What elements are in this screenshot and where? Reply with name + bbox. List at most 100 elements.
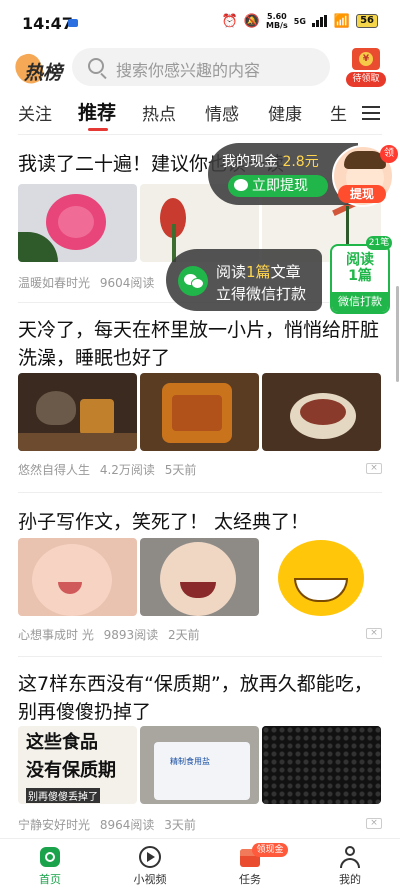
article-image xyxy=(262,373,381,451)
article-reads: 8964阅读 xyxy=(99,818,155,832)
article-title: 天冷了，每天在杯里放一小片，悄悄给肝脏洗澡，睡眠也好了 xyxy=(18,319,380,369)
wechat-icon xyxy=(178,266,208,296)
article-card[interactable]: 天冷了，每天在杯里放一小片，悄悄给肝脏洗澡，睡眠也好了 悠然自得人生 4.2万阅… xyxy=(18,316,382,478)
search-icon xyxy=(88,58,104,74)
redpack-button[interactable]: ¥ 待领取 xyxy=(346,48,386,88)
nav-label: 我的 xyxy=(339,873,361,886)
menu-icon[interactable] xyxy=(362,106,380,120)
net-speed: 5.60 MB/s xyxy=(266,12,288,30)
divider xyxy=(18,134,382,135)
tab-life[interactable]: 生 xyxy=(330,100,347,125)
bottom-nav: 首页 小视频 任务 领现金 我的 xyxy=(0,838,400,889)
article-meta: 温暖如春时光 9604阅读 xyxy=(18,274,160,291)
logo-text: 热榜 xyxy=(24,62,63,84)
wifi-icon: 📶 xyxy=(333,13,351,29)
home-icon xyxy=(38,845,62,869)
read-reward-card[interactable]: 阅读 1篇 微信打款 xyxy=(330,244,390,314)
clock: 14:47 xyxy=(22,14,73,33)
redpack-label: 待领取 xyxy=(346,72,386,87)
article-image xyxy=(18,373,137,451)
mute-icon: 🔕 xyxy=(243,13,260,29)
user-icon xyxy=(338,845,362,869)
article-reads: 4.2万阅读 xyxy=(99,463,155,477)
notification-icon xyxy=(68,19,78,27)
article-reads: 9893阅读 xyxy=(103,628,159,642)
channel-tabs: 关注 推荐 热点 情感 健康 生 xyxy=(0,96,400,132)
ling-badge[interactable]: 领 xyxy=(380,145,398,163)
article-reads: 9604阅读 xyxy=(99,276,155,290)
article-image xyxy=(140,373,259,451)
tab-follow[interactable]: 关注 xyxy=(18,100,52,125)
article-images xyxy=(18,538,381,616)
article-author: 温暖如春时光 xyxy=(18,276,91,290)
signal-icon xyxy=(311,15,328,27)
article-title: 这7样东西没有“保质期”，放再久都能吃，别再傻傻扔掉了 xyxy=(18,673,373,723)
article-meta: 宁静安好时光 8964阅读 3天前 xyxy=(18,816,202,833)
wechat-icon xyxy=(234,179,248,191)
nav-label: 小视频 xyxy=(133,873,167,886)
article-image xyxy=(18,538,137,616)
play-icon xyxy=(138,845,162,869)
article-meta: 悠然自得人生 4.2万阅读 5天前 xyxy=(18,461,202,478)
nav-label: 任务 xyxy=(239,873,261,886)
article-title: 孙子写作文，笑死了！ 太经典了！ xyxy=(18,511,310,533)
read-prompt: 阅读1篇文章 xyxy=(216,263,301,281)
article-image xyxy=(262,538,381,616)
status-bar: 14:47 ⏰ 🔕 5.60 MB/s 5G 📶 56 xyxy=(0,0,400,46)
withdraw-button[interactable]: 立即提现 xyxy=(228,175,328,197)
divider xyxy=(18,492,382,493)
search-input[interactable]: 搜索你感兴趣的内容 xyxy=(72,48,330,86)
read-card-text: 阅读 1篇 xyxy=(346,252,374,284)
divider xyxy=(18,656,382,657)
task-badge: 领现金 xyxy=(252,843,288,857)
nav-label: 首页 xyxy=(39,873,61,886)
image-caption: 这些食品 xyxy=(26,732,98,753)
alarm-icon: ⏰ xyxy=(221,13,238,29)
article-images: 这些食品 没有保质期 别再傻傻丢掉了 精制食用盐 xyxy=(18,726,381,804)
header: 热榜 搜索你感兴趣的内容 ¥ 待领取 xyxy=(0,46,400,90)
active-tab-indicator xyxy=(88,128,108,131)
tab-emotion[interactable]: 情感 xyxy=(205,100,239,125)
image-caption: 精制食用盐 xyxy=(170,757,210,766)
dislike-button[interactable]: × xyxy=(366,818,382,829)
app-logo[interactable]: 热榜 xyxy=(11,50,66,88)
cash-label: 我的现金 2.8元 xyxy=(222,154,319,170)
article-author: 宁静安好时光 xyxy=(18,818,91,832)
cash-amount: 2.8元 xyxy=(282,154,319,170)
read-reward-text: 立得微信打款 xyxy=(216,285,307,303)
article-author: 悠然自得人生 xyxy=(18,463,91,477)
tixian-button[interactable]: 提现 xyxy=(338,185,386,203)
article-image xyxy=(18,184,137,262)
signal-label: 5G xyxy=(293,16,306,26)
article-image: 这些食品 没有保质期 别再傻傻丢掉了 xyxy=(18,726,137,804)
article-time: 2天前 xyxy=(168,628,200,642)
article-time: 5天前 xyxy=(164,463,197,477)
status-icons: ⏰ 🔕 5.60 MB/s 5G 📶 56 xyxy=(222,12,378,30)
nav-home[interactable]: 首页 xyxy=(10,839,90,890)
nav-me[interactable]: 我的 xyxy=(310,839,390,890)
article-card[interactable]: 孙子写作文，笑死了！ 太经典了！ 心想事成时 光 9893阅读 2天前 × xyxy=(18,508,382,648)
count-badge: 21笔 xyxy=(366,236,392,250)
search-placeholder: 搜索你感兴趣的内容 xyxy=(116,61,261,80)
image-caption: 别再傻傻丢掉了 xyxy=(26,788,100,803)
article-image: 精制食用盐 xyxy=(140,726,259,804)
article-card[interactable]: 这7样东西没有“保质期”，放再久都能吃，别再傻傻扔掉了 这些食品 没有保质期 别… xyxy=(18,670,382,835)
dislike-button[interactable]: × xyxy=(366,628,382,639)
read-card-label: 微信打款 xyxy=(332,292,388,312)
image-caption: 没有保质期 xyxy=(26,760,116,781)
article-image xyxy=(262,726,381,804)
tab-health[interactable]: 健康 xyxy=(268,100,302,125)
dislike-button[interactable]: × xyxy=(366,463,382,474)
tab-recommend[interactable]: 推荐 xyxy=(78,98,116,125)
article-image xyxy=(140,538,259,616)
article-time: 3天前 xyxy=(164,818,196,832)
read-reward-tooltip[interactable]: 阅读1篇文章 立得微信打款 xyxy=(166,249,322,311)
tab-hot[interactable]: 热点 xyxy=(142,100,176,125)
coin-icon: ¥ xyxy=(359,52,373,66)
nav-video[interactable]: 小视频 xyxy=(110,839,190,890)
scrollbar[interactable] xyxy=(396,286,399,382)
article-author: 心想事成时 光 xyxy=(18,628,94,642)
battery-icon: 56 xyxy=(356,14,378,28)
article-images xyxy=(18,373,381,451)
article-meta: 心想事成时 光 9893阅读 2天前 xyxy=(18,626,206,643)
